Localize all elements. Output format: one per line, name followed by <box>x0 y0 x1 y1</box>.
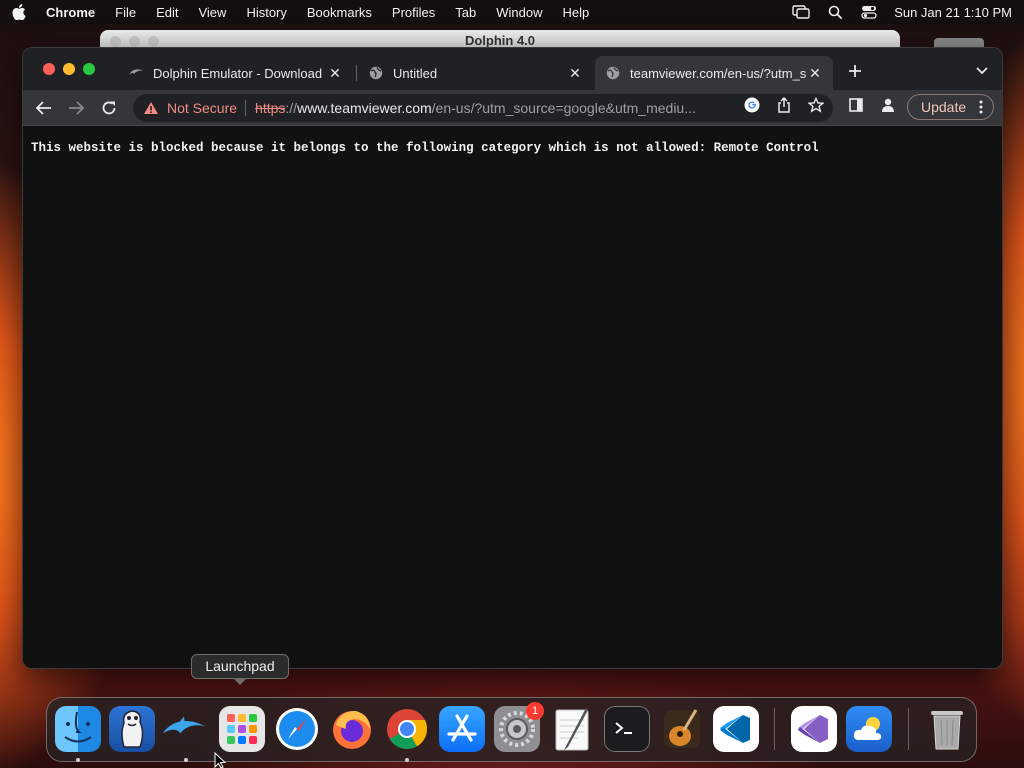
update-label: Update <box>921 99 967 115</box>
menu-window[interactable]: Window <box>496 5 542 20</box>
visual-studio-code-icon[interactable] <box>713 706 759 752</box>
blocked-message: This website is blocked because it belon… <box>31 141 819 155</box>
more-menu-icon[interactable] <box>979 100 983 117</box>
menu-view[interactable]: View <box>198 5 226 20</box>
system-settings-icon[interactable]: 1 <box>494 702 544 752</box>
address-bar[interactable]: Not Secure https://www.teamviewer.com/en… <box>133 94 833 122</box>
visual-studio-icon[interactable] <box>791 706 837 752</box>
reload-button[interactable] <box>98 98 120 118</box>
launchpad-icon[interactable] <box>219 706 265 752</box>
browser-toolbar: Not Secure https://www.teamviewer.com/en… <box>23 90 1002 126</box>
dock-separator <box>774 708 775 750</box>
bookmark-star-icon[interactable] <box>807 96 825 114</box>
menu-history[interactable]: History <box>246 5 286 20</box>
menu-file[interactable]: File <box>115 5 136 20</box>
menu-tab[interactable]: Tab <box>455 5 476 20</box>
chrome-window: Dolphin Emulator - Download ✕ Untitled ✕… <box>22 47 1003 669</box>
share-icon[interactable] <box>775 96 793 114</box>
weather-icon[interactable] <box>846 706 892 752</box>
app-store-icon[interactable] <box>439 706 485 752</box>
tab-title: Dolphin Emulator - Download <box>153 65 323 81</box>
back-button[interactable] <box>33 98 55 118</box>
screen-mirroring-icon[interactable] <box>792 4 810 20</box>
dock: 1 <box>46 697 977 762</box>
google-lens-icon[interactable] <box>743 96 761 114</box>
close-tab-icon[interactable]: ✕ <box>327 65 343 81</box>
globe-icon <box>368 65 384 81</box>
terminal-icon[interactable] <box>604 706 650 752</box>
garageband-icon[interactable] <box>659 706 705 752</box>
forward-button[interactable] <box>65 98 87 118</box>
google-chrome-icon[interactable] <box>384 706 430 752</box>
running-indicator <box>405 758 409 762</box>
control-center-icon[interactable] <box>860 4 878 20</box>
firefox-icon[interactable] <box>329 706 375 752</box>
url-scheme: https <box>255 100 286 116</box>
close-tab-icon[interactable]: ✕ <box>807 65 823 81</box>
menu-bookmarks[interactable]: Bookmarks <box>307 5 372 20</box>
menu-app-name[interactable]: Chrome <box>46 5 95 20</box>
trash-icon[interactable] <box>924 706 970 752</box>
url-scheme-separator: :// <box>285 100 298 116</box>
new-tab-button[interactable] <box>845 61 865 81</box>
menu-profiles[interactable]: Profiles <box>392 5 435 20</box>
profile-avatar-icon[interactable] <box>879 96 897 114</box>
window-controls <box>43 63 95 75</box>
dock-separator <box>908 708 909 750</box>
apple-menu-icon[interactable] <box>12 4 28 20</box>
tab-title: teamviewer.com/en-us/?utm_s <box>630 65 807 81</box>
supertux-icon[interactable] <box>109 706 155 752</box>
url-host: www.teamviewer.com <box>297 100 432 116</box>
tab-strip: Dolphin Emulator - Download ✕ Untitled ✕… <box>23 48 1002 90</box>
side-panel-icon[interactable] <box>847 96 865 114</box>
globe-icon <box>605 65 621 81</box>
close-window-button[interactable] <box>43 63 55 75</box>
dolphin-icon <box>128 65 144 81</box>
url-path: /en-us/?utm_source=google&utm_mediu... <box>431 100 696 116</box>
update-chrome-button[interactable]: Update <box>907 94 994 120</box>
textedit-icon[interactable] <box>549 706 595 752</box>
dolphin-emulator-icon[interactable] <box>161 706 207 752</box>
tab-untitled[interactable]: Untitled ✕ <box>358 56 593 90</box>
notification-badge: 1 <box>526 702 544 720</box>
not-secure-label[interactable]: Not Secure <box>167 100 237 116</box>
tab-teamviewer[interactable]: teamviewer.com/en-us/?utm_s ✕ <box>595 56 833 90</box>
finder-icon[interactable] <box>55 706 101 752</box>
menubar-clock[interactable]: Sun Jan 21 1:10 PM <box>894 5 1012 20</box>
close-tab-icon[interactable]: ✕ <box>567 65 583 81</box>
menu-help[interactable]: Help <box>563 5 590 20</box>
tab-separator <box>356 65 357 81</box>
warning-triangle-icon[interactable] <box>143 100 159 116</box>
tab-search-chevron-down-icon[interactable] <box>973 62 991 80</box>
zoom-window-button[interactable] <box>83 63 95 75</box>
running-indicator <box>184 758 188 762</box>
safari-icon[interactable] <box>274 706 320 752</box>
menu-bar: Chrome File Edit View History Bookmarks … <box>0 0 1024 24</box>
menu-edit[interactable]: Edit <box>156 5 178 20</box>
minimize-window-button[interactable] <box>63 63 75 75</box>
background-window-title: Dolphin 4.0 <box>464 33 536 48</box>
page-content: This website is blocked because it belon… <box>23 127 1002 668</box>
omnibox-divider <box>245 100 247 116</box>
tab-dolphin-download[interactable]: Dolphin Emulator - Download ✕ <box>118 56 353 90</box>
dock-tooltip: Launchpad <box>191 654 289 685</box>
background-window-controls <box>110 36 159 47</box>
mouse-cursor-icon <box>214 751 228 768</box>
spotlight-search-icon[interactable] <box>826 4 844 20</box>
tab-title: Untitled <box>393 65 438 81</box>
running-indicator <box>76 758 80 762</box>
